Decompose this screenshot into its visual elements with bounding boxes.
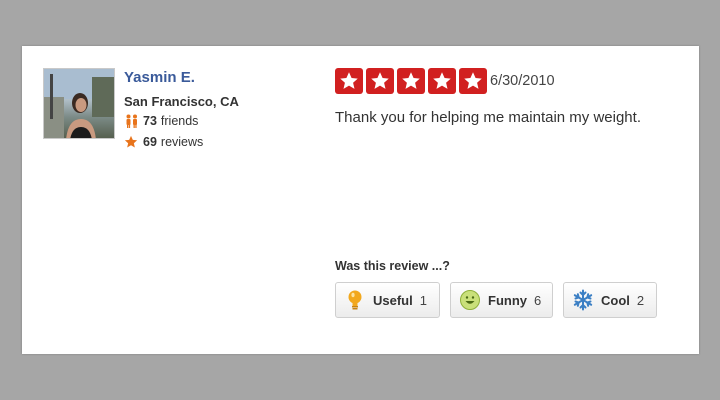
smiley-icon xyxy=(459,289,481,311)
friends-label: friends xyxy=(160,114,199,128)
star-icon xyxy=(366,68,394,94)
cool-count: 2 xyxy=(636,292,645,308)
reviewer-location: San Francisco, CA xyxy=(124,94,239,109)
star-icon xyxy=(459,68,487,94)
star-icon xyxy=(397,68,425,94)
useful-label: Useful xyxy=(373,292,413,308)
star-icon xyxy=(428,68,456,94)
star-small-icon xyxy=(124,135,140,149)
cool-label: Cool xyxy=(601,292,630,308)
reviews-count: 69 xyxy=(143,135,157,149)
useful-button[interactable]: Useful 1 xyxy=(335,282,440,318)
feedback-prompt: Was this review ...? xyxy=(335,259,450,273)
snowflake-icon xyxy=(572,289,594,311)
review-text: Thank you for helping me maintain my wei… xyxy=(335,109,641,126)
reviewer-avatar[interactable] xyxy=(43,68,115,139)
reviews-stat: 69 reviews xyxy=(124,135,203,149)
funny-button[interactable]: Funny 6 xyxy=(450,282,553,318)
friends-icon xyxy=(124,114,140,128)
vote-buttons: Useful 1 Funny 6 Cool 2 xyxy=(335,282,657,318)
funny-label: Funny xyxy=(488,292,527,308)
friends-count: 73 xyxy=(143,114,157,128)
reviews-label: reviews xyxy=(160,135,204,149)
cool-button[interactable]: Cool 2 xyxy=(563,282,657,318)
reviewer-name[interactable]: Yasmin E. xyxy=(124,69,195,86)
funny-count: 6 xyxy=(534,292,542,308)
useful-count: 1 xyxy=(419,292,427,308)
review-card: Yasmin E. San Francisco, CA 73 friends 6… xyxy=(22,46,699,354)
star-rating xyxy=(335,68,487,94)
lightbulb-icon xyxy=(344,289,366,311)
review-date: 6/30/2010 xyxy=(490,73,555,89)
star-icon xyxy=(335,68,363,94)
friends-stat: 73 friends xyxy=(124,114,198,128)
